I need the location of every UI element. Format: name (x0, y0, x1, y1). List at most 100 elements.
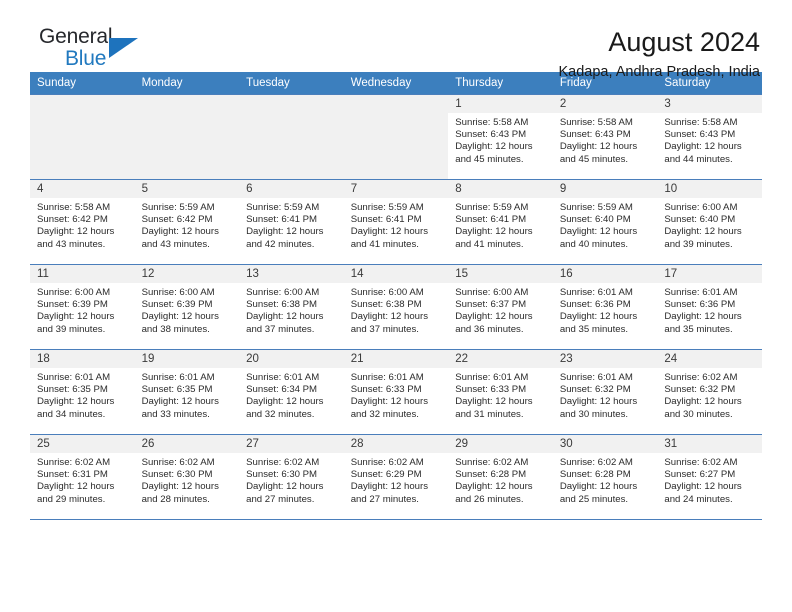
daylight-text-line1: Daylight: 12 hours (559, 311, 638, 323)
calendar-day-cell-6[interactable]: 6 Sunrise: 5:59 AM Sunset: 6:41 PM Daylight… (239, 179, 344, 265)
day-number: 25 (30, 435, 135, 453)
calendar-week-row: 4 Sunrise: 5:58 AM Sunset: 6:42 PM Daylight… (30, 179, 762, 265)
daylight-text-line2: and 41 minutes. (350, 238, 419, 250)
daylight-text-line1: Daylight: 12 hours (455, 481, 533, 493)
day-number: 31 (657, 435, 762, 453)
calendar-day-cell-15[interactable]: 15 Sunrise: 6:00 AM Sunset: 6:37 PM Dayligh… (448, 264, 553, 350)
daylight-text-line1: Daylight: 12 hours (141, 396, 219, 408)
day-info: Sunrise: 5:59 AM Sunset: 6:40 PM Daylight:… (553, 198, 658, 251)
daylight-text-line2: and 24 minutes. (664, 493, 733, 505)
calendar-day-cell-14[interactable]: 14 Sunrise: 6:00 AM Sunset: 6:38 PM Dayligh… (343, 264, 449, 350)
sunset-text: Sunset: 6:30 PM (246, 469, 318, 481)
sunset-text: Sunset: 6:41 PM (246, 214, 318, 226)
daylight-text-line1: Daylight: 12 hours (350, 226, 429, 238)
calendar-day-cell-9[interactable]: 9 Sunrise: 5:59 AM Sunset: 6:40 PM Daylight… (552, 179, 658, 265)
day-info: Sunrise: 5:59 AM Sunset: 6:41 PM Daylight:… (239, 198, 344, 251)
daylight-text-line2: and 41 minutes. (455, 238, 524, 250)
daylight-text-line2: and 36 minutes. (455, 323, 524, 335)
daylight-text-line2: and 34 minutes. (37, 408, 106, 420)
calendar-day-cell-1[interactable]: 1 Sunrise: 5:58 AM Sunset: 6:43 PM Daylight… (448, 94, 553, 180)
calendar-day-cell-26[interactable]: 26 Sunrise: 6:02 AM Sunset: 6:30 PM Dayligh… (134, 434, 240, 519)
day-info: Sunrise: 5:59 AM Sunset: 6:41 PM Daylight:… (448, 198, 553, 251)
daylight-text-line1: Daylight: 12 hours (37, 396, 115, 408)
sunrise-text: Sunrise: 5:59 AM (350, 202, 424, 213)
day-info: Sunrise: 6:00 AM Sunset: 6:39 PM Daylight:… (30, 283, 135, 336)
sunrise-text: Sunrise: 6:00 AM (455, 287, 529, 298)
daylight-text-line2: and 44 minutes. (664, 153, 733, 165)
calendar-day-cell-empty (134, 94, 240, 180)
daylight-text-line1: Daylight: 12 hours (37, 481, 115, 493)
calendar-day-cell-28[interactable]: 28 Sunrise: 6:02 AM Sunset: 6:29 PM Dayligh… (343, 434, 449, 519)
day-info: Sunrise: 6:00 AM Sunset: 6:38 PM Daylight:… (239, 283, 344, 336)
calendar-day-cell-13[interactable]: 13 Sunrise: 6:00 AM Sunset: 6:38 PM Dayligh… (239, 264, 344, 350)
calendar-day-cell-23[interactable]: 23 Sunrise: 6:01 AM Sunset: 6:32 PM Dayligh… (552, 349, 658, 435)
daylight-text-line1: Daylight: 12 hours (664, 226, 742, 238)
calendar-day-cell-10[interactable]: 10 Sunrise: 6:00 AM Sunset: 6:40 PM Dayligh… (657, 179, 762, 265)
day-number: 6 (239, 180, 344, 198)
calendar-day-cell-18[interactable]: 18 Sunrise: 6:01 AM Sunset: 6:35 PM Dayligh… (30, 349, 135, 435)
day-number: 23 (552, 350, 658, 368)
day-number: 24 (657, 350, 762, 368)
day-number: 10 (657, 180, 762, 198)
calendar-day-cell-12[interactable]: 12 Sunrise: 6:00 AM Sunset: 6:39 PM Dayligh… (134, 264, 240, 350)
sunrise-text: Sunrise: 6:02 AM (37, 457, 111, 468)
sunset-text: Sunset: 6:32 PM (559, 384, 631, 396)
calendar-day-cell-22[interactable]: 22 Sunrise: 6:01 AM Sunset: 6:33 PM Dayligh… (448, 349, 553, 435)
calendar-day-cell-empty (239, 94, 344, 180)
day-number: 19 (134, 350, 240, 368)
day-info: Sunrise: 6:01 AM Sunset: 6:33 PM Daylight:… (344, 368, 449, 421)
daylight-text-line1: Daylight: 12 hours (559, 141, 638, 153)
daylight-text-line2: and 29 minutes. (37, 493, 106, 505)
calendar-day-cell-31[interactable]: 31 Sunrise: 6:02 AM Sunset: 6:27 PM Dayligh… (657, 434, 762, 519)
sunset-text: Sunset: 6:29 PM (350, 469, 422, 481)
sunset-text: Sunset: 6:36 PM (664, 299, 736, 311)
calendar-table: Sunday Monday Tuesday Wednesday Thursday Frid… (30, 72, 762, 519)
calendar-day-cell-17[interactable]: 17 Sunrise: 6:01 AM Sunset: 6:36 PM Dayligh… (657, 264, 762, 350)
calendar-day-cell-11[interactable]: 11 Sunrise: 6:00 AM Sunset: 6:39 PM Dayligh… (30, 264, 135, 350)
day-info: Sunrise: 5:58 AM Sunset: 6:43 PM Daylight:… (553, 113, 658, 166)
calendar-day-cell-24[interactable]: 24 Sunrise: 6:02 AM Sunset: 6:32 PM Dayligh… (657, 349, 762, 435)
day-info: Sunrise: 6:02 AM Sunset: 6:28 PM Daylight:… (553, 453, 658, 506)
sunset-text: Sunset: 6:39 PM (141, 299, 213, 311)
calendar-day-cell-27[interactable]: 27 Sunrise: 6:02 AM Sunset: 6:30 PM Dayligh… (239, 434, 344, 519)
daylight-text-line1: Daylight: 12 hours (350, 311, 429, 323)
calendar-day-cell-8[interactable]: 8 Sunrise: 5:59 AM Sunset: 6:41 PM Daylight… (448, 179, 553, 265)
calendar-day-cell-7[interactable]: 7 Sunrise: 5:59 AM Sunset: 6:41 PM Daylight… (343, 179, 449, 265)
day-info: Sunrise: 6:02 AM Sunset: 6:30 PM Daylight:… (239, 453, 344, 506)
sunset-text: Sunset: 6:33 PM (455, 384, 527, 396)
sunset-text: Sunset: 6:39 PM (37, 299, 108, 311)
sunset-text: Sunset: 6:40 PM (559, 214, 631, 226)
sunrise-text: Sunrise: 6:00 AM (350, 287, 424, 298)
daylight-text-line1: Daylight: 12 hours (37, 226, 115, 238)
day-number: 26 (134, 435, 240, 453)
general-blue-logo[interactable]: General Blue (30, 26, 180, 80)
daylight-text-line2: and 45 minutes. (559, 153, 629, 165)
daylight-text-line1: Daylight: 12 hours (350, 481, 429, 493)
sunrise-text: Sunrise: 5:58 AM (455, 117, 529, 128)
calendar-day-cell-30[interactable]: 30 Sunrise: 6:02 AM Sunset: 6:28 PM Dayligh… (552, 434, 658, 519)
day-number: 16 (552, 265, 658, 283)
calendar-week-row: 11 Sunrise: 6:00 AM Sunset: 6:39 PM Dayligh… (30, 264, 762, 350)
day-number: 27 (239, 435, 344, 453)
sunset-text: Sunset: 6:27 PM (664, 469, 736, 481)
sunrise-text: Sunrise: 6:01 AM (455, 372, 529, 383)
calendar-day-cell-2[interactable]: 2 Sunrise: 5:58 AM Sunset: 6:43 PM Daylight… (552, 94, 658, 180)
calendar-day-cell-25[interactable]: 25 Sunrise: 6:02 AM Sunset: 6:31 PM Dayligh… (30, 434, 135, 519)
day-number: 7 (343, 180, 449, 198)
calendar-day-cell-21[interactable]: 21 Sunrise: 6:01 AM Sunset: 6:33 PM Dayligh… (343, 349, 449, 435)
calendar-day-cell-16[interactable]: 16 Sunrise: 6:01 AM Sunset: 6:36 PM Dayligh… (552, 264, 658, 350)
day-info: Sunrise: 5:58 AM Sunset: 6:43 PM Daylight:… (657, 113, 762, 166)
sunset-text: Sunset: 6:43 PM (559, 129, 631, 141)
calendar-day-cell-4[interactable]: 4 Sunrise: 5:58 AM Sunset: 6:42 PM Daylight… (30, 179, 135, 265)
daylight-text-line1: Daylight: 12 hours (350, 396, 429, 408)
calendar-day-cell-20[interactable]: 20 Sunrise: 6:01 AM Sunset: 6:34 PM Dayligh… (239, 349, 344, 435)
sunset-text: Sunset: 6:33 PM (350, 384, 422, 396)
calendar-day-cell-3[interactable]: 3 Sunrise: 5:58 AM Sunset: 6:43 PM Daylight… (657, 94, 762, 180)
calendar-day-cell-5[interactable]: 5 Sunrise: 5:59 AM Sunset: 6:42 PM Daylight… (134, 179, 240, 265)
day-info: Sunrise: 6:00 AM Sunset: 6:40 PM Daylight:… (657, 198, 762, 251)
daylight-text-line2: and 42 minutes. (246, 238, 315, 250)
calendar-day-cell-29[interactable]: 29 Sunrise: 6:02 AM Sunset: 6:28 PM Dayligh… (448, 434, 553, 519)
calendar-day-cell-19[interactable]: 19 Sunrise: 6:01 AM Sunset: 6:35 PM Dayligh… (134, 349, 240, 435)
sunrise-text: Sunrise: 6:01 AM (350, 372, 424, 383)
daylight-text-line2: and 40 minutes. (559, 238, 629, 250)
